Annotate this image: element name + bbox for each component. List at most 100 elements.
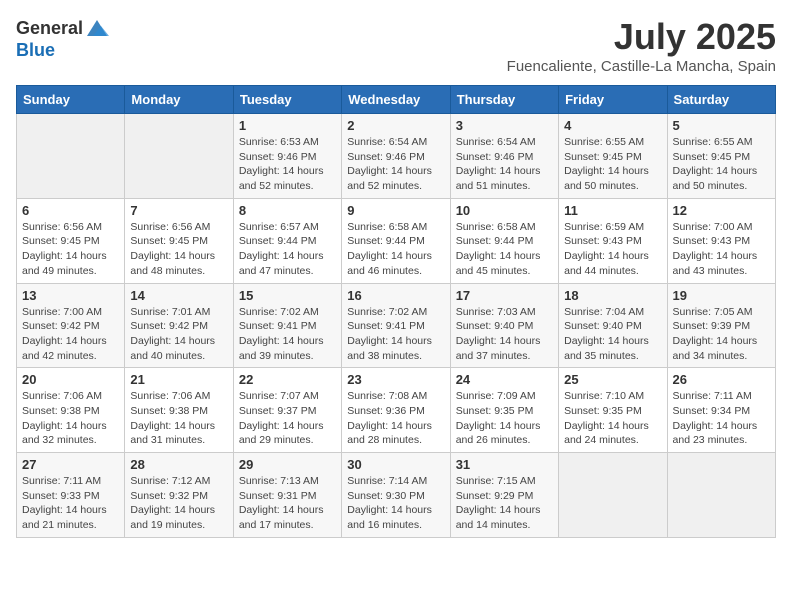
- calendar-cell: [125, 114, 233, 199]
- day-number: 21: [130, 372, 227, 387]
- calendar-cell: 12 Sunrise: 7:00 AMSunset: 9:43 PMDayligh…: [667, 198, 775, 283]
- day-number: 16: [347, 288, 444, 303]
- calendar-cell: 19 Sunrise: 7:05 AMSunset: 9:39 PMDayligh…: [667, 283, 775, 368]
- calendar-cell: [17, 114, 125, 199]
- day-number: 17: [456, 288, 553, 303]
- day-info: Sunrise: 6:55 AMSunset: 9:45 PMDaylight:…: [673, 135, 770, 194]
- day-info: Sunrise: 6:56 AMSunset: 9:45 PMDaylight:…: [130, 220, 227, 279]
- location-title: Fuencaliente, Castille-La Mancha, Spain: [507, 58, 776, 75]
- day-number: 24: [456, 372, 553, 387]
- day-number: 27: [22, 457, 119, 472]
- day-number: 11: [564, 203, 661, 218]
- calendar-cell: 16 Sunrise: 7:02 AMSunset: 9:41 PMDayligh…: [342, 283, 450, 368]
- day-number: 7: [130, 203, 227, 218]
- calendar-cell: 31 Sunrise: 7:15 AMSunset: 9:29 PMDayligh…: [450, 453, 558, 538]
- calendar-cell: 9 Sunrise: 6:58 AMSunset: 9:44 PMDaylight…: [342, 198, 450, 283]
- calendar-cell: 10 Sunrise: 6:58 AMSunset: 9:44 PMDayligh…: [450, 198, 558, 283]
- day-number: 25: [564, 372, 661, 387]
- day-info: Sunrise: 7:02 AMSunset: 9:41 PMDaylight:…: [239, 305, 336, 364]
- day-number: 1: [239, 118, 336, 133]
- logo: General Blue: [16, 16, 109, 61]
- day-number: 22: [239, 372, 336, 387]
- day-info: Sunrise: 6:53 AMSunset: 9:46 PMDaylight:…: [239, 135, 336, 194]
- day-number: 10: [456, 203, 553, 218]
- month-title: July 2025: [507, 16, 776, 58]
- weekday-header-cell: Sunday: [17, 86, 125, 114]
- calendar-cell: 26 Sunrise: 7:11 AMSunset: 9:34 PMDayligh…: [667, 368, 775, 453]
- calendar-cell: 21Sunrise: 7:06 AMSunset: 9:38 PMDayligh…: [125, 368, 233, 453]
- weekday-header-cell: Thursday: [450, 86, 558, 114]
- day-info: Sunrise: 6:55 AMSunset: 9:45 PMDaylight:…: [564, 135, 661, 194]
- day-number: 29: [239, 457, 336, 472]
- weekday-header-cell: Friday: [559, 86, 667, 114]
- calendar-cell: 27 Sunrise: 7:11 AMSunset: 9:33 PMDayligh…: [17, 453, 125, 538]
- day-info: Sunrise: 7:02 AMSunset: 9:41 PMDaylight:…: [347, 305, 444, 364]
- day-number: 9: [347, 203, 444, 218]
- calendar-cell: 13Sunrise: 7:00 AMSunset: 9:42 PMDayligh…: [17, 283, 125, 368]
- day-info: Sunrise: 6:54 AMSunset: 9:46 PMDaylight:…: [456, 135, 553, 194]
- day-number: 8: [239, 203, 336, 218]
- day-info: Sunrise: 6:58 AMSunset: 9:44 PMDaylight:…: [347, 220, 444, 279]
- calendar-cell: 30 Sunrise: 7:14 AMSunset: 9:30 PMDayligh…: [342, 453, 450, 538]
- day-number: 18: [564, 288, 661, 303]
- day-number: 23: [347, 372, 444, 387]
- day-number: 12: [673, 203, 770, 218]
- calendar-week-row: 1 Sunrise: 6:53 AMSunset: 9:46 PMDaylight…: [17, 114, 776, 199]
- day-info: Sunrise: 7:08 AMSunset: 9:36 PMDaylight:…: [347, 389, 444, 448]
- day-number: 26: [673, 372, 770, 387]
- weekday-header-cell: Tuesday: [233, 86, 341, 114]
- day-info: Sunrise: 7:11 AMSunset: 9:34 PMDaylight:…: [673, 389, 770, 448]
- page-header: General Blue July 2025 Fuencaliente, Cas…: [16, 16, 776, 75]
- day-number: 5: [673, 118, 770, 133]
- calendar-cell: 4 Sunrise: 6:55 AMSunset: 9:45 PMDaylight…: [559, 114, 667, 199]
- day-info: Sunrise: 7:11 AMSunset: 9:33 PMDaylight:…: [22, 474, 119, 533]
- logo-text-blue: Blue: [16, 40, 55, 60]
- day-info: Sunrise: 6:57 AMSunset: 9:44 PMDaylight:…: [239, 220, 336, 279]
- title-block: July 2025 Fuencaliente, Castille-La Manc…: [507, 16, 776, 75]
- day-info: Sunrise: 7:05 AMSunset: 9:39 PMDaylight:…: [673, 305, 770, 364]
- day-info: Sunrise: 7:04 AMSunset: 9:40 PMDaylight:…: [564, 305, 661, 364]
- calendar-body: 1 Sunrise: 6:53 AMSunset: 9:46 PMDaylight…: [17, 114, 776, 538]
- day-info: Sunrise: 7:01 AMSunset: 9:42 PMDaylight:…: [130, 305, 227, 364]
- weekday-header-cell: Saturday: [667, 86, 775, 114]
- weekday-header-cell: Monday: [125, 86, 233, 114]
- calendar-cell: 15Sunrise: 7:02 AMSunset: 9:41 PMDayligh…: [233, 283, 341, 368]
- calendar-cell: 17 Sunrise: 7:03 AMSunset: 9:40 PMDayligh…: [450, 283, 558, 368]
- weekday-header-cell: Wednesday: [342, 86, 450, 114]
- day-number: 31: [456, 457, 553, 472]
- calendar-week-row: 6Sunrise: 6:56 AMSunset: 9:45 PMDaylight…: [17, 198, 776, 283]
- logo-text-general: General: [16, 18, 83, 39]
- day-number: 19: [673, 288, 770, 303]
- calendar-cell: 23 Sunrise: 7:08 AMSunset: 9:36 PMDayligh…: [342, 368, 450, 453]
- day-info: Sunrise: 7:00 AMSunset: 9:43 PMDaylight:…: [673, 220, 770, 279]
- day-number: 4: [564, 118, 661, 133]
- day-info: Sunrise: 7:13 AMSunset: 9:31 PMDaylight:…: [239, 474, 336, 533]
- calendar-cell: 11 Sunrise: 6:59 AMSunset: 9:43 PMDayligh…: [559, 198, 667, 283]
- calendar-cell: 18 Sunrise: 7:04 AMSunset: 9:40 PMDayligh…: [559, 283, 667, 368]
- day-info: Sunrise: 7:03 AMSunset: 9:40 PMDaylight:…: [456, 305, 553, 364]
- day-info: Sunrise: 7:14 AMSunset: 9:30 PMDaylight:…: [347, 474, 444, 533]
- day-number: 30: [347, 457, 444, 472]
- day-info: Sunrise: 6:59 AMSunset: 9:43 PMDaylight:…: [564, 220, 661, 279]
- day-info: Sunrise: 7:06 AMSunset: 9:38 PMDaylight:…: [22, 389, 119, 448]
- calendar-cell: 24 Sunrise: 7:09 AMSunset: 9:35 PMDayligh…: [450, 368, 558, 453]
- day-info: Sunrise: 6:58 AMSunset: 9:44 PMDaylight:…: [456, 220, 553, 279]
- day-info: Sunrise: 6:54 AMSunset: 9:46 PMDaylight:…: [347, 135, 444, 194]
- calendar-cell: 22 Sunrise: 7:07 AMSunset: 9:37 PMDayligh…: [233, 368, 341, 453]
- calendar-table: SundayMondayTuesdayWednesdayThursdayFrid…: [16, 85, 776, 538]
- day-info: Sunrise: 7:15 AMSunset: 9:29 PMDaylight:…: [456, 474, 553, 533]
- day-info: Sunrise: 7:09 AMSunset: 9:35 PMDaylight:…: [456, 389, 553, 448]
- day-number: 13: [22, 288, 119, 303]
- calendar-cell: 3Sunrise: 6:54 AMSunset: 9:46 PMDaylight…: [450, 114, 558, 199]
- calendar-cell: 2Sunrise: 6:54 AMSunset: 9:46 PMDaylight…: [342, 114, 450, 199]
- day-number: 20: [22, 372, 119, 387]
- day-info: Sunrise: 7:10 AMSunset: 9:35 PMDaylight:…: [564, 389, 661, 448]
- day-number: 14: [130, 288, 227, 303]
- day-info: Sunrise: 6:56 AMSunset: 9:45 PMDaylight:…: [22, 220, 119, 279]
- day-info: Sunrise: 7:12 AMSunset: 9:32 PMDaylight:…: [130, 474, 227, 533]
- calendar-cell: 5 Sunrise: 6:55 AMSunset: 9:45 PMDaylight…: [667, 114, 775, 199]
- day-info: Sunrise: 7:07 AMSunset: 9:37 PMDaylight:…: [239, 389, 336, 448]
- calendar-cell: [559, 453, 667, 538]
- calendar-cell: 7 Sunrise: 6:56 AMSunset: 9:45 PMDaylight…: [125, 198, 233, 283]
- calendar-week-row: 20 Sunrise: 7:06 AMSunset: 9:38 PMDayligh…: [17, 368, 776, 453]
